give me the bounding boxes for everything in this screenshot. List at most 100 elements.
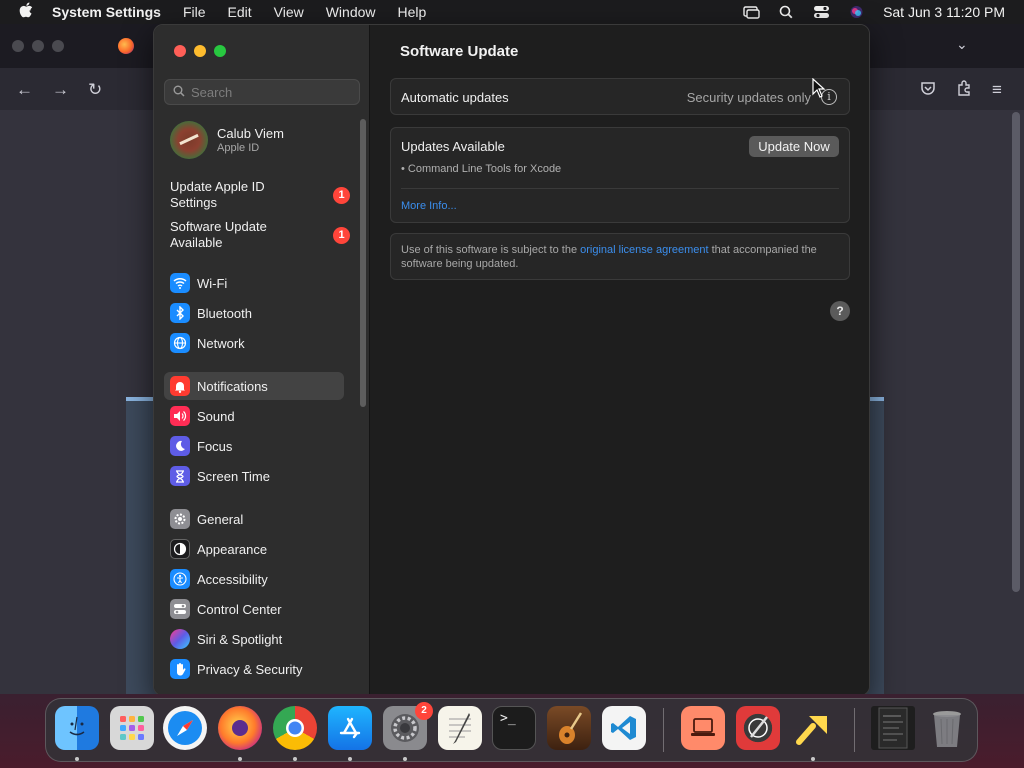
notification-badge: 1 [333, 227, 350, 244]
chevron-down-icon[interactable]: ⌄ [956, 36, 968, 53]
license-agreement-link[interactable]: original license agreement [580, 244, 708, 256]
search-icon [173, 85, 185, 100]
terminal-prompt-glyph: >_ [500, 711, 516, 726]
control-center-icon[interactable] [813, 5, 830, 19]
automatic-updates-row: Automatic updates Security updates only … [390, 78, 850, 115]
launchpad-icon[interactable] [110, 706, 154, 750]
sidebar-item-siri-spotlight[interactable]: Siri & Spotlight [164, 625, 344, 653]
firefox-icon[interactable] [218, 706, 262, 750]
menu-window[interactable]: Window [326, 4, 376, 20]
automatic-updates-label: Automatic updates [401, 90, 509, 105]
window-controls [174, 45, 226, 57]
notice-label: Software Update Available [170, 219, 267, 250]
sidebar-item-software-update-available[interactable]: Software Update Available 1 [170, 219, 350, 251]
sidebar-item-privacy-security[interactable]: Privacy & Security [164, 655, 344, 683]
dock-separator [663, 708, 664, 752]
software-update-pane: Software Update Automatic updates Securi… [370, 25, 869, 695]
sidebar-item-general[interactable]: General [164, 505, 344, 533]
apple-id-profile[interactable]: Calub Viem Apple ID [170, 121, 284, 159]
update-item: • Command Line Tools for Xcode [401, 163, 562, 175]
update-now-button[interactable]: Update Now [749, 136, 839, 157]
menu-bar: System Settings File Edit View Window He… [0, 0, 1024, 24]
notification-badge: 1 [333, 187, 350, 204]
menu-file[interactable]: File [183, 4, 206, 20]
search-input[interactable] [191, 84, 351, 100]
browser-close-button[interactable] [12, 40, 24, 52]
menu-help[interactable]: Help [398, 4, 427, 20]
app-name[interactable]: System Settings [52, 4, 161, 20]
hand-icon [170, 659, 190, 679]
firefox-tab-icon[interactable] [118, 38, 134, 54]
dock-separator [854, 708, 855, 752]
menu-bar-clock[interactable]: Sat Jun 3 11:20 PM [883, 4, 1005, 20]
document-stack-icon[interactable] [871, 706, 915, 750]
sidebar-item-label: Screen Time [197, 468, 270, 484]
trash-icon[interactable] [925, 706, 969, 750]
sidebar-item-label: Privacy & Security [197, 661, 303, 677]
safari-icon[interactable] [163, 706, 207, 750]
menu-view[interactable]: View [274, 4, 304, 20]
screen-mirroring-icon[interactable] [743, 5, 760, 19]
chrome-icon[interactable] [273, 706, 317, 750]
sidebar-item-label: General [197, 511, 244, 527]
page-title: Software Update [400, 43, 519, 60]
sidebar-item-label: Accessibility [197, 571, 268, 587]
sidebar-scrollbar[interactable] [360, 119, 366, 407]
sidebar-item-wifi[interactable]: Wi-Fi [164, 269, 344, 297]
browser-zoom-button[interactable] [52, 40, 64, 52]
sidebar-item-focus[interactable]: Focus [164, 432, 344, 460]
divider [401, 188, 839, 189]
vscode-icon[interactable] [602, 706, 646, 750]
sidebar-item-notifications[interactable]: Notifications [164, 372, 344, 400]
avatar [170, 121, 208, 159]
sidebar-item-bluetooth[interactable]: Bluetooth [164, 299, 344, 327]
license-notice-card: Use of this software is subject to the o… [390, 233, 850, 280]
reload-icon[interactable]: ↻ [88, 80, 102, 100]
instruments-icon[interactable] [736, 706, 780, 750]
sidebar-item-accessibility[interactable]: Accessibility [164, 565, 344, 593]
search-field[interactable] [164, 79, 360, 105]
sidebar-item-label: Network [197, 335, 245, 351]
forward-arrow-icon[interactable]: → [52, 80, 69, 100]
kite-icon[interactable] [791, 706, 835, 750]
back-arrow-icon[interactable]: ← [16, 80, 33, 100]
hamburger-menu-icon[interactable]: ≡ [992, 80, 1002, 100]
running-indicator [403, 757, 407, 761]
sidebar-item-screen-time[interactable]: Screen Time [164, 462, 344, 490]
sidebar-item-control-center[interactable]: Control Center [164, 595, 344, 623]
apple-icon[interactable] [0, 2, 52, 22]
more-info-link[interactable]: More Info... [401, 200, 457, 212]
dock-notification-badge: 2 [415, 702, 433, 720]
running-indicator [293, 757, 297, 761]
minimize-button[interactable] [194, 45, 206, 57]
search-icon[interactable] [778, 5, 795, 19]
browser-scrollbar[interactable] [1012, 112, 1020, 592]
system-settings-window: Calub Viem Apple ID Update Apple ID Sett… [153, 24, 870, 696]
garageband-icon[interactable] [547, 706, 591, 750]
sidebar: Calub Viem Apple ID Update Apple ID Sett… [154, 25, 370, 695]
finder-icon[interactable] [55, 706, 99, 750]
close-button[interactable] [174, 45, 186, 57]
extensions-icon[interactable] [956, 80, 972, 101]
zoom-button[interactable] [214, 45, 226, 57]
screen-sharing-icon[interactable] [681, 706, 725, 750]
sidebar-item-label: Notifications [197, 378, 268, 394]
pocket-icon[interactable] [920, 80, 936, 101]
hourglass-icon [170, 466, 190, 486]
browser-minimize-button[interactable] [32, 40, 44, 52]
app-store-icon[interactable] [328, 706, 372, 750]
bell-icon [170, 376, 190, 396]
menu-edit[interactable]: Edit [228, 4, 252, 20]
sidebar-item-label: Bluetooth [197, 305, 252, 321]
terminal-icon[interactable]: >_ [492, 706, 536, 750]
sidebar-item-appearance[interactable]: Appearance [164, 535, 344, 563]
textedit-icon[interactable] [438, 706, 482, 750]
profile-subtitle: Apple ID [217, 142, 260, 154]
gear-icon [170, 509, 190, 529]
sidebar-item-sound[interactable]: Sound [164, 402, 344, 430]
sidebar-item-network[interactable]: Network [164, 329, 344, 357]
sidebar-item-update-apple-id[interactable]: Update Apple ID Settings 1 [170, 179, 350, 211]
help-button[interactable]: ? [830, 301, 850, 321]
updates-available-card: Updates Available Update Now • Command L… [390, 127, 850, 223]
siri-icon[interactable] [848, 5, 865, 19]
